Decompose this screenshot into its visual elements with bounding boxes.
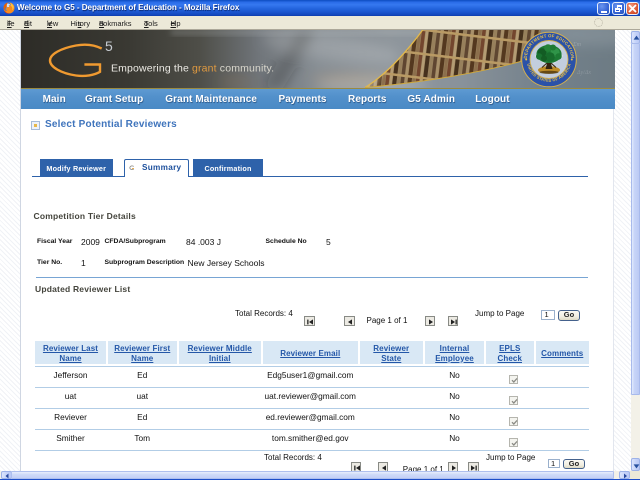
svg-text:Δy/Δx: Δy/Δx <box>576 70 591 76</box>
svg-text:Empowering the grant community: Empowering the grant community. <box>111 63 274 75</box>
svg-text:5: 5 <box>105 38 113 54</box>
